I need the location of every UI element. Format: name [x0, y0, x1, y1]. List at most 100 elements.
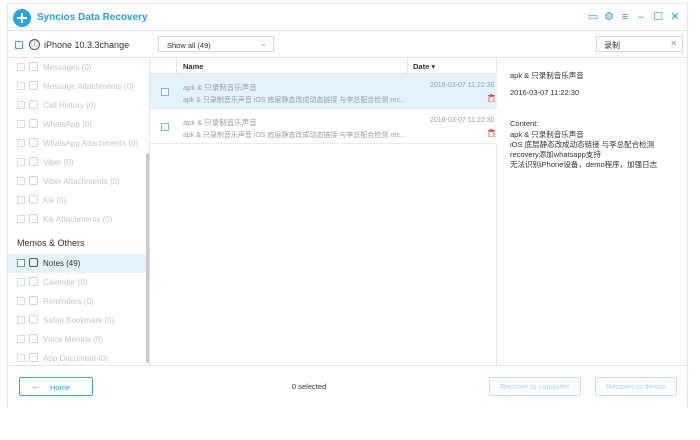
filter-select[interactable]: Show all (49) ⌄ — [158, 36, 274, 52]
attachment-icon — [29, 176, 38, 185]
select-all-checkbox[interactable] — [15, 41, 23, 49]
sidebar-item-safari-bookmark[interactable]: Safari Bookmark (0) — [8, 311, 146, 330]
row-checkbox[interactable] — [161, 123, 169, 131]
clear-search-icon[interactable]: ✕ — [670, 39, 677, 48]
category-checkbox[interactable] — [17, 335, 25, 343]
minimize-icon[interactable]: – — [634, 10, 648, 24]
attachment-icon — [29, 214, 38, 223]
whatsapp-icon — [29, 119, 38, 128]
row-subtitle: apk & 只录制音乐声音 iOS 底层静态改成动态链接 与李总配合检测 rec… — [183, 97, 405, 104]
reminder-icon — [29, 296, 38, 305]
sidebar-item-messages[interactable]: Messages (0) — [8, 58, 146, 77]
sidebar-item-label: Safari Bookmark (0) — [43, 316, 115, 325]
search-input[interactable]: 录制 ✕ — [596, 36, 683, 52]
arrow-left-icon: ← — [31, 381, 40, 391]
sidebar-item-call-history[interactable]: Call History (0) — [8, 96, 146, 115]
notes-icon — [29, 258, 38, 267]
category-checkbox[interactable] — [17, 278, 25, 286]
home-button-label: Home — [50, 383, 71, 392]
kik-icon — [29, 195, 38, 204]
sidebar-item-label: Call History (0) — [43, 101, 96, 110]
sidebar-item-calendar[interactable]: Calendar (0) — [8, 273, 146, 292]
menu-icon[interactable]: ≡ — [618, 10, 632, 24]
phone-icon — [29, 100, 38, 109]
sidebar-item-label: Calendar (0) — [43, 278, 88, 287]
feedback-icon[interactable]: ▭ — [586, 10, 600, 24]
chevron-down-icon: ⌄ — [260, 39, 267, 48]
settings-icon[interactable]: ⚙ — [602, 10, 616, 24]
sidebar-item-app-document[interactable]: App Document (0) — [8, 349, 146, 365]
attachment-icon — [29, 81, 38, 90]
sidebar-item-label: WhatsApp Attachments (0) — [43, 139, 139, 148]
category-checkbox[interactable] — [17, 120, 25, 128]
sidebar-item-whatsapp[interactable]: WhatsApp (0) — [8, 115, 146, 134]
sidebar-item-label: Viber (0) — [43, 158, 74, 167]
sidebar-item-label: Message Attachments (0) — [43, 82, 134, 91]
microphone-icon — [29, 334, 38, 343]
table-row[interactable]: apk & 只录制音乐声音 apk & 只录制音乐声音 iOS 底层静态改成动态… — [150, 74, 497, 109]
detail-content-label: Content: — [510, 119, 539, 128]
row-checkbox[interactable] — [161, 88, 169, 96]
sidebar-item-label: WhatsApp (0) — [43, 120, 92, 129]
category-checkbox[interactable] — [17, 101, 25, 109]
detail-content-line: 无法识别iPhone设备，demo程序，加强日志 — [510, 160, 658, 169]
detail-date: 2016-03-07 11:22:30 — [510, 88, 580, 97]
sidebar-item-label: Notes (49) — [43, 259, 81, 268]
category-checkbox[interactable] — [17, 82, 25, 90]
sidebar-item-label: Viber Attachments (0) — [43, 177, 120, 186]
footer-bar: ← Home 0 selected Recover to computer Re… — [8, 365, 687, 407]
device-icon: ⓘ — [29, 39, 40, 50]
sidebar-item-kik[interactable]: Kik (0) — [8, 191, 146, 210]
category-checkbox[interactable] — [17, 297, 25, 305]
column-header-date[interactable]: Date ▾ — [413, 62, 435, 71]
section-header-memos: Memos & Others — [17, 238, 85, 248]
category-checkbox[interactable] — [17, 215, 25, 223]
recover-to-device-button[interactable]: Recover to device — [595, 377, 677, 396]
column-divider — [407, 58, 408, 74]
category-checkbox[interactable] — [17, 196, 25, 204]
sidebar-item-label: Messages (0) — [43, 63, 92, 72]
sidebar-item-whatsapp-attachments[interactable]: WhatsApp Attachments (0) — [8, 134, 146, 153]
column-header-name[interactable]: Name — [183, 62, 203, 71]
document-icon — [29, 353, 38, 362]
home-button[interactable]: ← Home — [19, 377, 93, 396]
sidebar-item-label: Voice Memos (0) — [43, 335, 104, 344]
app-window: Syncios Data Recovery ▭ ⚙ ≡ – ☐ ✕ ⓘ iPho… — [7, 3, 688, 407]
sidebar-item-viber-attachments[interactable]: Viber Attachments (0) — [8, 172, 146, 191]
sidebar-item-notes[interactable]: Notes (49) — [8, 254, 146, 273]
category-checkbox[interactable] — [17, 158, 25, 166]
column-divider — [176, 58, 177, 74]
trash-icon[interactable] — [488, 129, 495, 137]
row-date: 2016-03-07 11:22:30 — [430, 82, 495, 89]
row-subtitle: apk & 只录制音乐声音 iOS 底层静态改成动态链接 与李总配合检测 rec… — [183, 132, 405, 139]
sidebar-item-label: Kik (0) — [43, 196, 67, 205]
detail-pane: apk & 只录制音乐声音 2016-03-07 11:22:30 Conten… — [497, 58, 687, 365]
category-checkbox[interactable] — [17, 139, 25, 147]
attachment-icon — [29, 138, 38, 147]
table-row[interactable]: apk & 只录制音乐声音 apk & 只录制音乐声音 iOS 底层静态改成动态… — [150, 109, 497, 144]
message-icon — [29, 62, 38, 71]
maximize-icon[interactable]: ☐ — [651, 10, 665, 24]
category-checkbox[interactable] — [17, 259, 25, 267]
close-icon[interactable]: ✕ — [668, 10, 682, 24]
bookmark-icon — [29, 315, 38, 324]
title-bar: Syncios Data Recovery ▭ ⚙ ≡ – ☐ ✕ — [8, 4, 687, 31]
sidebar-item-voice-memos[interactable]: Voice Memos (0) — [8, 330, 146, 349]
sidebar-item-message-attachments[interactable]: Message Attachments (0) — [8, 77, 146, 96]
sidebar-item-reminders[interactable]: Reminders (0) — [8, 292, 146, 311]
filter-select-value: Show all (49) — [167, 41, 211, 50]
category-checkbox[interactable] — [17, 316, 25, 324]
list-header: Name Date ▾ — [150, 58, 497, 74]
row-date: 2016-03-07 11:22:30 — [430, 117, 495, 124]
sidebar-item-kik-attachments[interactable]: Kik Attachments (0) — [8, 210, 146, 229]
sidebar-item-viber[interactable]: Viber (0) — [8, 153, 146, 172]
calendar-icon — [29, 277, 38, 286]
category-checkbox[interactable] — [17, 354, 25, 362]
trash-icon[interactable] — [488, 94, 495, 102]
detail-title: apk & 只录制音乐声音 — [510, 71, 584, 80]
app-title: Syncios Data Recovery — [37, 12, 148, 23]
device-bar: ⓘ iPhone 10.3.3change — [8, 31, 150, 58]
category-checkbox[interactable] — [17, 63, 25, 71]
recover-to-computer-button[interactable]: Recover to computer — [489, 377, 581, 396]
category-checkbox[interactable] — [17, 177, 25, 185]
